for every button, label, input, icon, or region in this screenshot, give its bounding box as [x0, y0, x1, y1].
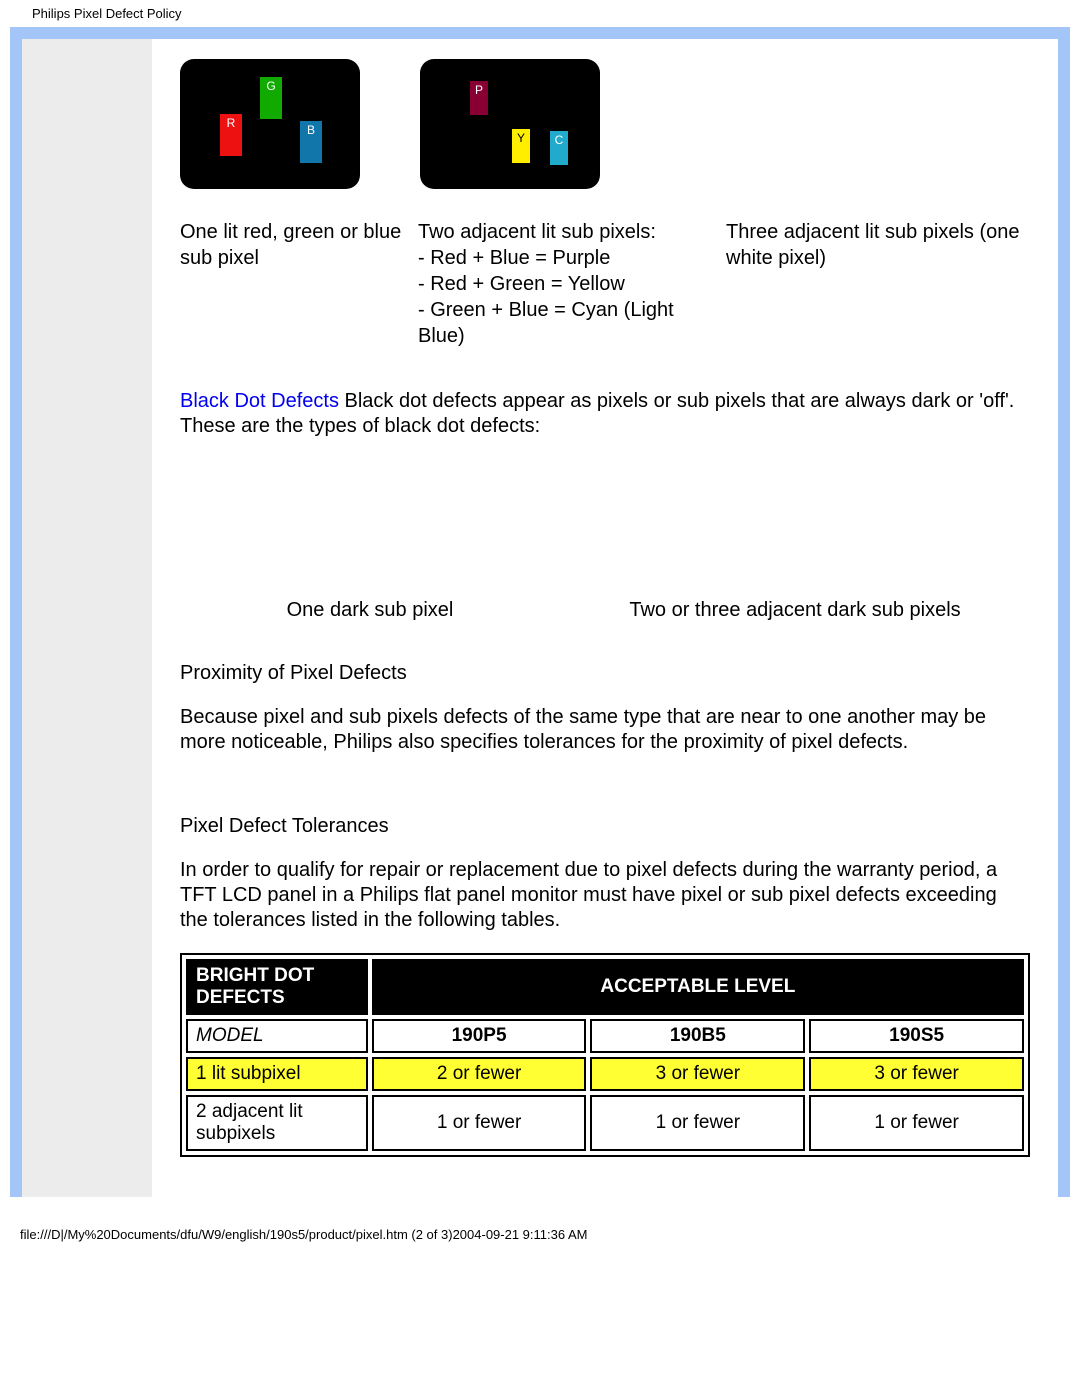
tolerance-title: Pixel Defect Tolerances	[180, 815, 1030, 838]
th-acceptable: ACCEPTABLE LEVEL	[372, 959, 1024, 1015]
diagram-pyc: P Y C	[420, 59, 600, 189]
left-margin	[22, 39, 152, 1197]
chip-purple: P	[470, 81, 488, 115]
row0-v2: 3 or fewer	[809, 1057, 1024, 1091]
row1-label: 2 adjacent lit subpixels	[186, 1095, 368, 1151]
caption-1: One lit red, green or blue sub pixel	[180, 219, 418, 349]
proximity-text: Because pixel and sub pixels defects of …	[180, 705, 1030, 755]
inner-frame: R G B P Y C One lit red, green or blue s…	[22, 39, 1058, 1197]
row1-v0: 1 or fewer	[372, 1095, 587, 1151]
row0-v0: 2 or fewer	[372, 1057, 587, 1091]
dark-caption-2: Two or three adjacent dark sub pixels	[560, 599, 1030, 622]
black-dot-paragraph: Black Dot Defects Black dot defects appe…	[180, 389, 1030, 439]
dark-caption-1: One dark sub pixel	[180, 599, 560, 622]
proximity-title: Proximity of Pixel Defects	[180, 662, 1030, 685]
footer: file:///D|/My%20Documents/dfu/W9/english…	[0, 1197, 1080, 1252]
chip-cyan: C	[550, 131, 568, 165]
caption-3: Three adjacent lit sub pixels (one white…	[726, 219, 1030, 349]
th-bright-dot: BRIGHT DOT DEFECTS	[186, 959, 368, 1015]
row0-label: 1 lit subpixel	[186, 1057, 368, 1091]
diagram-rgb: R G B	[180, 59, 360, 189]
black-dot-link[interactable]: Black Dot Defects	[180, 390, 339, 412]
diagram-row: R G B P Y C	[180, 39, 1030, 189]
tolerance-text: In order to qualify for repair or replac…	[180, 858, 1030, 933]
outer-frame: R G B P Y C One lit red, green or blue s…	[10, 27, 1070, 1197]
chip-red: R	[220, 114, 242, 156]
caption-2: Two adjacent lit sub pixels: - Red + Blu…	[418, 219, 726, 349]
row1-v2: 1 or fewer	[809, 1095, 1024, 1151]
page-header: Philips Pixel Defect Policy	[0, 0, 1080, 27]
tolerance-table: BRIGHT DOT DEFECTS ACCEPTABLE LEVEL MODE…	[180, 953, 1030, 1157]
td-model-2: 190S5	[809, 1019, 1024, 1053]
chip-yellow: Y	[512, 129, 530, 163]
caption-row: One lit red, green or blue sub pixel Two…	[180, 219, 1030, 349]
chip-green: G	[260, 77, 282, 119]
row0-v1: 3 or fewer	[590, 1057, 805, 1091]
content: R G B P Y C One lit red, green or blue s…	[152, 39, 1058, 1197]
chip-blue: B	[300, 121, 322, 163]
row1-v1: 1 or fewer	[590, 1095, 805, 1151]
dark-caption-row: One dark sub pixel Two or three adjacent…	[180, 599, 1030, 622]
td-model-label: MODEL	[186, 1019, 368, 1053]
td-model-1: 190B5	[590, 1019, 805, 1053]
td-model-0: 190P5	[372, 1019, 587, 1053]
